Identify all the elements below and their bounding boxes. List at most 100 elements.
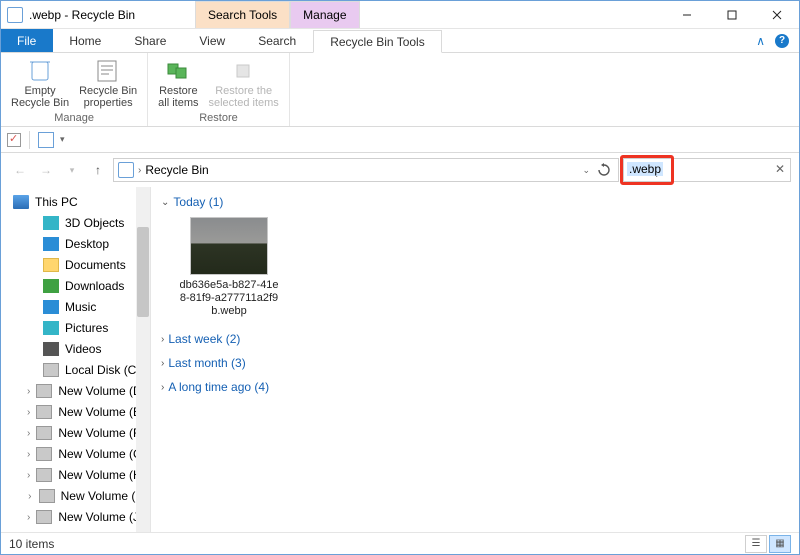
chevron-right-icon: ›	[27, 491, 33, 502]
address-chevron-icon[interactable]: ›	[138, 165, 141, 176]
address-bar[interactable]: › Recycle Bin ⌄	[113, 158, 619, 182]
folder-icon	[43, 363, 59, 377]
qat-checkbox-icon[interactable]	[7, 133, 21, 147]
tab-search[interactable]: Search	[242, 29, 313, 52]
content-pane[interactable]: ⌄ Today (1) db636e5a-b827-41e8-81f9-a27771…	[151, 187, 799, 532]
folder-icon	[36, 447, 52, 461]
chevron-right-icon: ›	[27, 512, 30, 523]
refresh-button[interactable]	[594, 163, 614, 177]
chevron-down-icon: ⌄	[161, 197, 169, 208]
tree-item[interactable]: ›New Volume (F:)	[9, 424, 146, 442]
address-recycle-bin-icon	[118, 162, 134, 178]
folder-icon	[43, 279, 59, 293]
tree-item[interactable]: Local Disk (C:)	[9, 361, 146, 379]
file-name: db636e5a-b827-41e8-81f9-a277711a2f9b.web…	[179, 279, 279, 318]
search-input[interactable]	[623, 158, 791, 182]
tree-item[interactable]: 3D Objects	[9, 214, 146, 232]
empty-bin-icon	[24, 57, 56, 85]
ribbon-group-manage: Manage	[7, 111, 141, 126]
forward-button[interactable]: →	[35, 159, 57, 181]
group-header[interactable]: ›Last month (3)	[161, 356, 789, 370]
title-bar: .webp - Recycle Bin Search Tools Manage	[1, 1, 799, 29]
group-label: Today (1)	[173, 195, 223, 209]
file-item[interactable]: db636e5a-b827-41e8-81f9-a277711a2f9b.web…	[179, 217, 279, 318]
tree-item[interactable]: ›New Volume (H:)	[9, 466, 146, 484]
folder-icon	[36, 384, 52, 398]
restore-selected-items-button: Restore the selected items	[205, 55, 283, 111]
context-tab-manage[interactable]: Manage	[290, 1, 359, 28]
navigation-pane: This PC 3D Objects Desktop Documents Downloa…	[1, 187, 151, 532]
tree-item[interactable]: ›New Volume (J:)	[9, 508, 146, 526]
chevron-right-icon: ›	[161, 358, 164, 369]
tree-item[interactable]: Documents	[9, 256, 146, 274]
tree-item[interactable]: Desktop	[9, 235, 146, 253]
thumbnails-view-button[interactable]: ▦	[769, 535, 791, 553]
folder-icon	[36, 405, 52, 419]
folder-icon	[43, 300, 59, 314]
properties-icon	[92, 57, 124, 85]
recent-locations-button[interactable]: ▾	[61, 159, 83, 181]
close-button[interactable]	[754, 1, 799, 28]
ribbon-tabs: File Home Share View Search Recycle Bin …	[1, 29, 799, 53]
folder-icon	[43, 258, 59, 272]
folder-icon	[36, 468, 52, 482]
chevron-right-icon: ›	[161, 382, 164, 393]
folder-icon	[43, 342, 59, 356]
folder-icon	[43, 216, 59, 230]
group-header[interactable]: › Last week (2)	[161, 332, 789, 346]
maximize-button[interactable]	[709, 1, 754, 28]
chevron-right-icon: ›	[27, 449, 30, 460]
file-thumbnail	[190, 217, 268, 275]
chevron-right-icon: ›	[161, 334, 164, 345]
group-label: A long time ago (4)	[168, 380, 269, 394]
qat-document-icon[interactable]	[38, 132, 54, 148]
context-tab-search-tools[interactable]: Search Tools	[195, 1, 290, 28]
up-button[interactable]: ↑	[87, 159, 109, 181]
folder-icon	[36, 426, 52, 440]
minimize-button[interactable]	[664, 1, 709, 28]
clear-search-button[interactable]: ✕	[775, 162, 785, 176]
tree-item[interactable]: ›New Volume (E:)	[9, 403, 146, 421]
tree-this-pc[interactable]: This PC	[9, 193, 146, 211]
group-header[interactable]: › A long time ago (4)	[161, 380, 789, 394]
tree-item[interactable]: ›New Volume (I:)	[9, 487, 146, 505]
tree-item[interactable]: Pictures	[9, 319, 146, 337]
help-icon[interactable]: ?	[775, 34, 789, 48]
restore-all-items-button[interactable]: Restore all items	[154, 55, 202, 111]
tab-share[interactable]: Share	[118, 29, 183, 52]
folder-icon	[43, 321, 59, 335]
details-view-button[interactable]: ☰	[745, 535, 767, 553]
restore-all-icon	[162, 57, 194, 85]
folder-icon	[36, 510, 52, 524]
tree-item[interactable]: Videos	[9, 340, 146, 358]
tree-item[interactable]: ›New Volume (G:)	[9, 445, 146, 463]
item-count: 10 items	[9, 537, 54, 551]
ribbon-group-restore: Restore	[154, 111, 283, 126]
empty-recycle-bin-button[interactable]: Empty Recycle Bin	[7, 55, 73, 111]
back-button[interactable]: ←	[9, 159, 31, 181]
group-label: Last week (2)	[168, 332, 240, 346]
ribbon: Empty Recycle Bin Recycle Bin properties…	[1, 53, 799, 127]
navigation-row: ← → ▾ ↑ › Recycle Bin ⌄ .webp ✕	[1, 153, 799, 187]
group-header[interactable]: ⌄ Today (1)	[161, 195, 789, 209]
tab-view[interactable]: View	[183, 29, 242, 52]
folder-icon	[39, 489, 55, 503]
tab-file[interactable]: File	[1, 29, 53, 52]
recycle-bin-properties-button[interactable]: Recycle Bin properties	[75, 55, 141, 111]
qat-dropdown-icon[interactable]: ▾	[60, 134, 65, 145]
tab-recycle-bin-tools[interactable]: Recycle Bin Tools	[313, 30, 442, 53]
tree-item[interactable]: ›New Volume (D:)	[9, 382, 146, 400]
ribbon-collapse-icon[interactable]: ∧	[756, 34, 765, 48]
chevron-right-icon: ›	[27, 470, 30, 481]
recycle-bin-icon	[7, 7, 23, 23]
tree-item[interactable]: Music	[9, 298, 146, 316]
status-bar: 10 items ☰ ▦	[1, 532, 799, 554]
folder-icon	[43, 237, 59, 251]
restore-selected-icon	[228, 57, 260, 85]
sidebar-scrollbar[interactable]	[136, 187, 150, 532]
tree-item[interactable]: Downloads	[9, 277, 146, 295]
breadcrumb[interactable]: Recycle Bin	[145, 163, 208, 177]
address-dropdown-icon[interactable]: ⌄	[582, 165, 590, 176]
chevron-right-icon: ›	[27, 428, 30, 439]
tab-home[interactable]: Home	[53, 29, 118, 52]
